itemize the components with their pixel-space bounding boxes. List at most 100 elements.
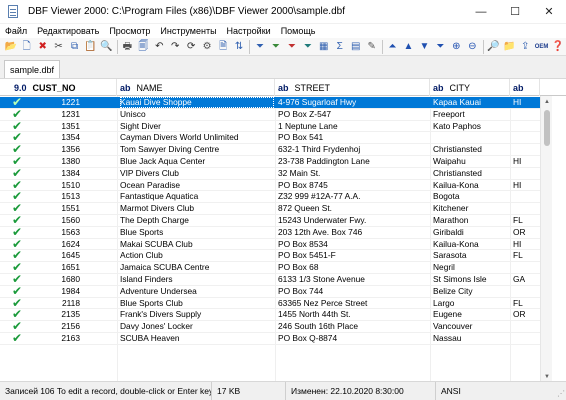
cell-state[interactable]: OR <box>513 227 539 238</box>
table-icon[interactable]: ▦ <box>316 39 331 55</box>
help-icon[interactable]: ❓ <box>550 39 565 55</box>
table-row[interactable]: ✔ 1380 Blue Jack Aqua Center 23-738 Padding… <box>0 156 540 168</box>
cell-name[interactable]: Marmot Divers Club <box>120 203 274 214</box>
table-row[interactable]: ✔ 1984 Adventure Undersea PO Box 744 Belize … <box>0 286 540 298</box>
cell-name[interactable]: Jamaica SCUBA Centre <box>120 262 274 273</box>
cell-cust-no[interactable]: 1221 <box>32 97 80 108</box>
cell-state[interactable]: GA <box>513 274 539 285</box>
cell-city[interactable]: Kailua-Kona <box>433 239 509 250</box>
cell-name[interactable]: The Depth Charge <box>120 215 274 226</box>
cut-icon[interactable]: ✂ <box>51 39 66 55</box>
resize-grip-icon[interactable]: ⋰ <box>555 389 565 399</box>
cell-street[interactable]: 632-1 Third Frydenhoj <box>278 144 430 155</box>
cell-cust-no[interactable]: 1510 <box>32 180 80 191</box>
table-row[interactable]: ✔ 1510 Ocean Paradise PO Box 8745 Kailua-Kon… <box>0 180 540 192</box>
menu-tools[interactable]: Инструменты <box>155 24 221 38</box>
column-header-name[interactable]: ab NAME <box>117 79 275 96</box>
cell-name[interactable]: Ocean Paradise <box>120 180 274 191</box>
cell-city[interactable]: Kato Paphos <box>433 121 509 132</box>
cell-name[interactable]: Tom Sawyer Diving Centre <box>120 144 274 155</box>
sum-icon[interactable]: Σ <box>332 39 347 55</box>
cell-street[interactable]: PO Box Z-547 <box>278 109 430 120</box>
delete-icon[interactable]: ✖ <box>35 39 50 55</box>
cell-state[interactable] <box>513 191 539 202</box>
last-record-icon[interactable]: ⏷ <box>433 39 448 55</box>
cell-state[interactable]: FL <box>513 298 539 309</box>
column-header-state[interactable]: ab <box>510 79 540 96</box>
cell-name[interactable]: Blue Sports <box>120 227 274 238</box>
cell-name[interactable]: Action Club <box>120 250 274 261</box>
cell-cust-no[interactable]: 1651 <box>32 262 80 273</box>
cell-state[interactable] <box>513 132 539 143</box>
cell-state[interactable] <box>513 262 539 273</box>
search-records-icon[interactable]: 🔎 <box>486 39 501 55</box>
cell-street[interactable]: PO Box 541 <box>278 132 430 143</box>
print-icon[interactable]: 🖶 <box>120 39 135 55</box>
filter-add-icon[interactable]: ⏷ <box>268 39 283 55</box>
undo-icon[interactable]: ↶ <box>152 39 167 55</box>
settings-icon[interactable]: ⚙ <box>199 39 214 55</box>
cell-street[interactable]: 1455 North 44th St. <box>278 309 430 320</box>
cell-city[interactable]: St Simons Isle <box>433 274 509 285</box>
cell-street[interactable]: 4-976 Sugarloaf Hwy <box>278 97 430 108</box>
edit-icon[interactable]: ✎ <box>364 39 379 55</box>
cell-cust-no[interactable]: 1354 <box>32 132 80 143</box>
cell-city[interactable]: Vancouver <box>433 321 509 332</box>
cell-cust-no[interactable]: 1560 <box>32 215 80 226</box>
cell-state[interactable] <box>513 144 539 155</box>
table-row[interactable]: ✔ 1563 Blue Sports 203 12th Ave. Box 746 Gir… <box>0 227 540 239</box>
cell-cust-no[interactable]: 1563 <box>32 227 80 238</box>
cell-cust-no[interactable]: 1513 <box>32 191 80 202</box>
sort-icon[interactable]: ⇅ <box>231 39 246 55</box>
cell-name[interactable]: Adventure Undersea <box>120 286 274 297</box>
refresh-icon[interactable]: ⟳ <box>183 39 198 55</box>
prev-record-icon[interactable]: ▲ <box>401 39 416 55</box>
cell-name[interactable]: SCUBA Heaven <box>120 333 274 344</box>
cell-cust-no[interactable]: 1624 <box>32 239 80 250</box>
next-record-icon[interactable]: ▼ <box>417 39 432 55</box>
cell-name[interactable]: Unisco <box>120 109 274 120</box>
table-row[interactable]: ✔ 1384 VIP Divers Club 32 Main St. Christian… <box>0 168 540 180</box>
cell-state[interactable]: FL <box>513 250 539 261</box>
cell-state[interactable]: HI <box>513 156 539 167</box>
cell-state[interactable] <box>513 333 539 344</box>
cell-street[interactable]: PO Box 744 <box>278 286 430 297</box>
cell-state[interactable]: OR <box>513 309 539 320</box>
cell-cust-no[interactable]: 2163 <box>32 333 80 344</box>
cell-cust-no[interactable]: 1356 <box>32 144 80 155</box>
cell-city[interactable]: Kapaa Kauai <box>433 97 509 108</box>
table-row[interactable]: ✔ 2156 Davy Jones' Locker 246 South 16th Pl… <box>0 321 540 333</box>
cell-state[interactable] <box>513 321 539 332</box>
cell-city[interactable]: Christiansted <box>433 144 509 155</box>
table-row[interactable]: ✔ 2135 Frank's Divers Supply 1455 North 44t… <box>0 309 540 322</box>
cell-street[interactable]: 6133 1/3 Stone Avenue <box>278 274 430 285</box>
cell-state[interactable] <box>513 286 539 297</box>
copy-icon[interactable]: ⧉ <box>67 39 82 55</box>
folder-icon[interactable]: 📁 <box>501 39 516 55</box>
table-row[interactable]: ✔ 1624 Makai SCUBA Club PO Box 8534 Kailua-K… <box>0 239 540 251</box>
cell-street[interactable]: 1 Neptune Lane <box>278 121 430 132</box>
cell-state[interactable] <box>513 203 539 214</box>
cell-cust-no[interactable]: 1351 <box>32 121 80 132</box>
filter-remove-icon[interactable]: ⏷ <box>284 39 299 55</box>
menu-file[interactable]: Файл <box>0 24 32 38</box>
scroll-thumb[interactable] <box>544 110 550 146</box>
cell-city[interactable]: Freeport <box>433 109 509 120</box>
close-button[interactable]: ✕ <box>532 0 566 24</box>
cell-cust-no[interactable]: 1680 <box>32 274 80 285</box>
cell-street[interactable]: 246 South 16th Place <box>278 321 430 332</box>
cell-state[interactable] <box>513 109 539 120</box>
cell-street[interactable]: 23-738 Paddington Lane <box>278 156 430 167</box>
menu-help[interactable]: Помощь <box>276 24 321 38</box>
maximize-button[interactable]: ☐ <box>498 0 532 24</box>
cell-state[interactable]: HI <box>513 180 539 191</box>
cell-name[interactable]: Fantastique Aquatica <box>120 191 274 202</box>
cell-cust-no[interactable]: 1380 <box>32 156 80 167</box>
table-row[interactable]: ✔ 1560 The Depth Charge 15243 Underwater Fw… <box>0 215 540 227</box>
redo-icon[interactable]: ↷ <box>168 39 183 55</box>
minimize-button[interactable]: — <box>464 0 498 24</box>
cell-name[interactable]: Island Finders <box>120 274 274 285</box>
vertical-scrollbar[interactable]: ▲ ▼ <box>540 96 552 381</box>
cell-name[interactable]: Davy Jones' Locker <box>120 321 274 332</box>
cell-street[interactable]: PO Box 8534 <box>278 239 430 250</box>
